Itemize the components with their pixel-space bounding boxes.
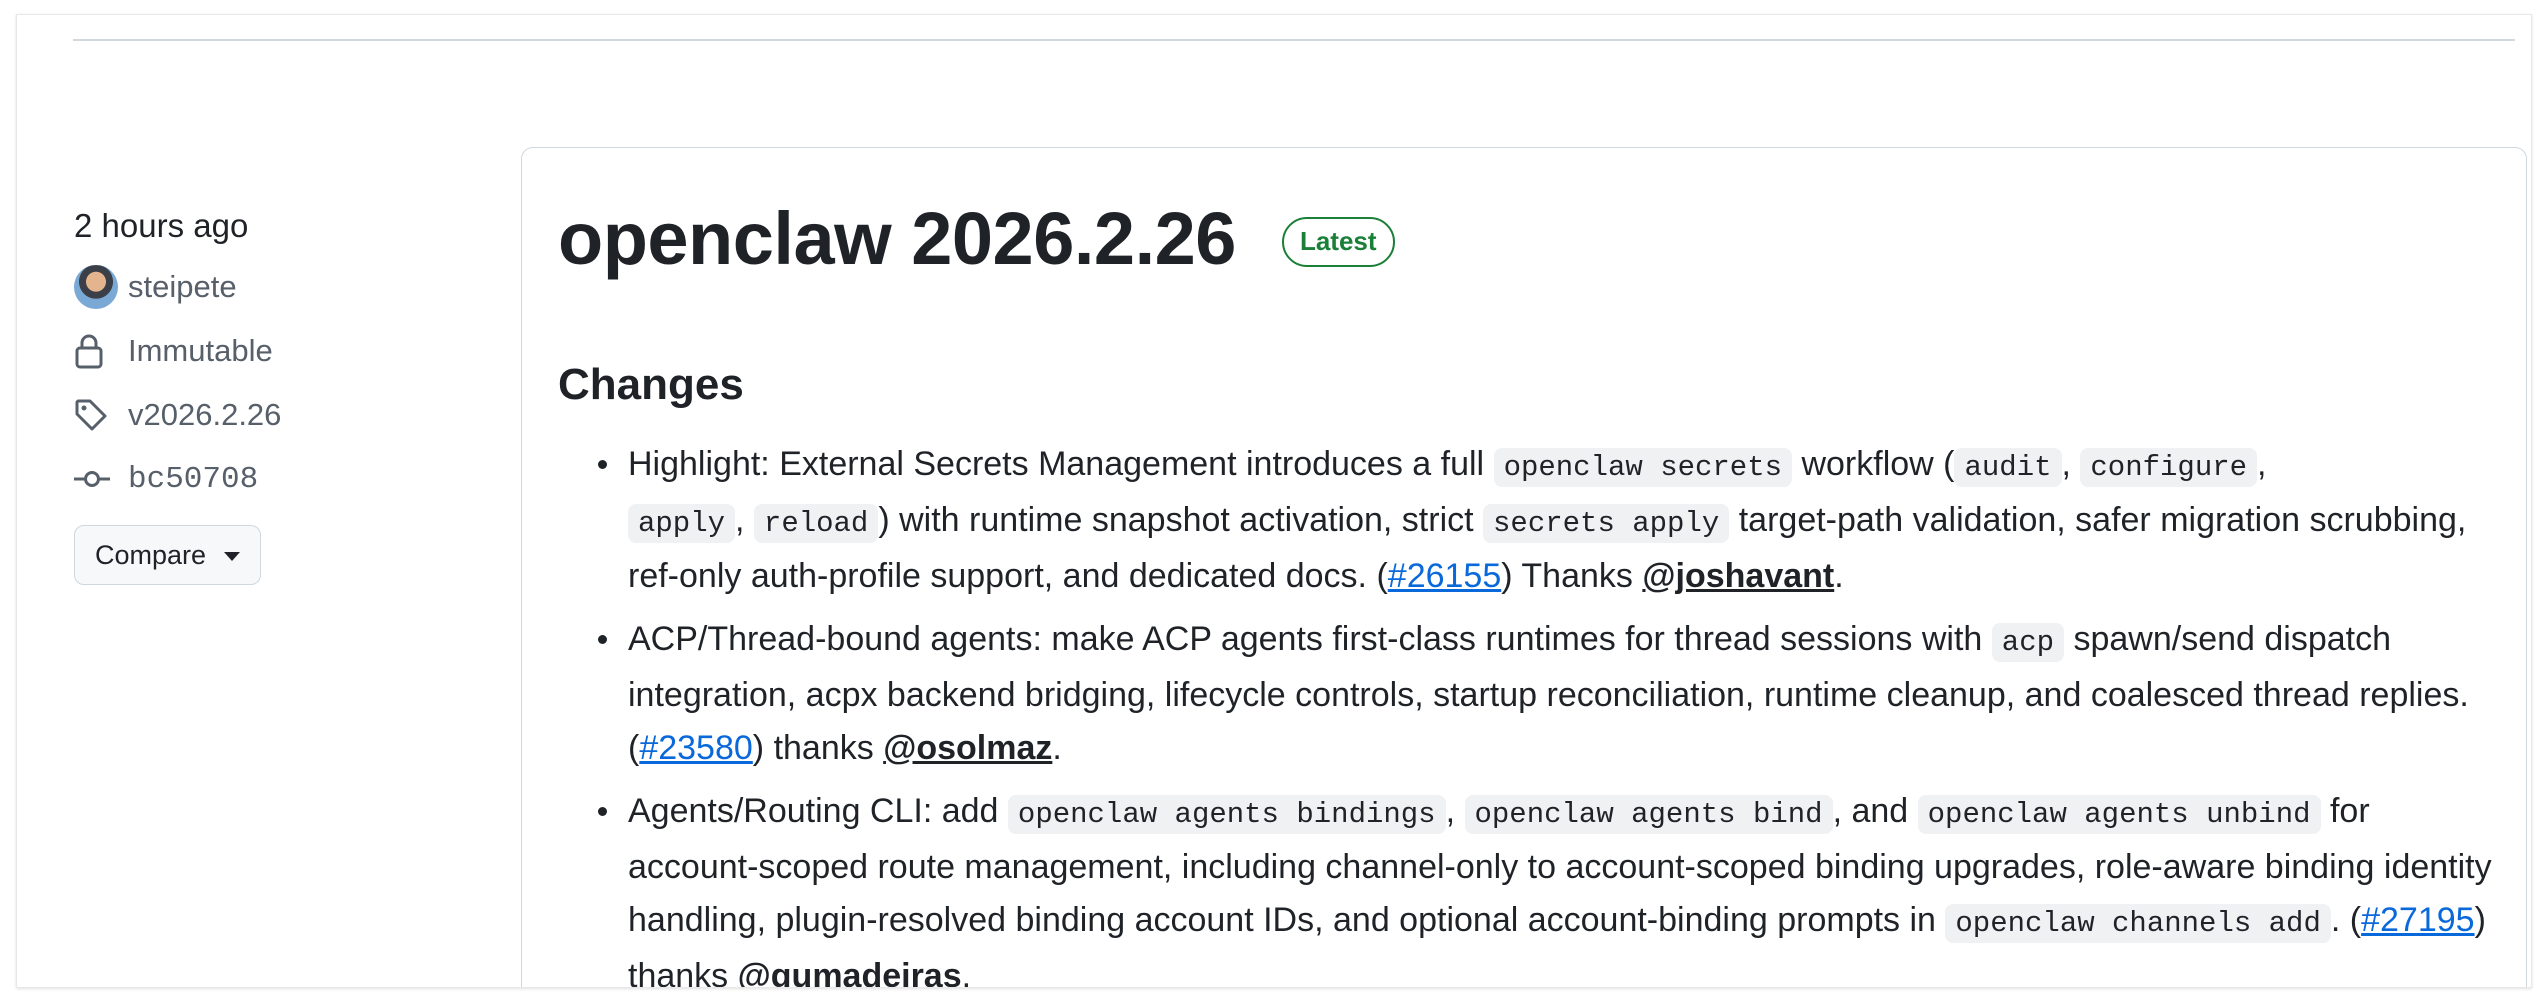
release-card: openclaw 2026.2.26 Latest Changes Highli…	[521, 147, 2527, 987]
user-mention[interactable]: @joshavant	[1642, 557, 1834, 595]
release-header: openclaw 2026.2.26 Latest	[558, 196, 1395, 281]
lock-icon	[74, 328, 120, 374]
commit-icon	[74, 456, 120, 502]
compare-label: Compare	[95, 539, 207, 570]
caret-down-icon	[224, 552, 241, 561]
inline-code: audit	[1954, 448, 2062, 487]
release-sidebar: 2 hours ago steipete Immutable v2026.2.2…	[74, 205, 494, 585]
issue-link[interactable]: #23580	[639, 729, 752, 767]
release-time: 2 hours ago	[74, 207, 249, 244]
inline-code: openclaw channels add	[1945, 904, 2331, 943]
commit-row[interactable]: bc50708	[74, 455, 494, 503]
inline-code: openclaw agents unbind	[1917, 795, 2321, 834]
list-item: Agents/Routing CLI: add openclaw agents …	[558, 785, 2498, 987]
release-page: 2 hours ago steipete Immutable v2026.2.2…	[16, 14, 2532, 988]
compare-button[interactable]: Compare	[74, 525, 262, 585]
immutable-label: Immutable	[128, 333, 273, 368]
release-notes: Highlight: External Secrets Management i…	[558, 438, 2498, 987]
inline-code: secrets apply	[1483, 504, 1730, 543]
author-link[interactable]: steipete	[128, 269, 237, 305]
latest-badge: Latest	[1281, 216, 1395, 267]
user-mention[interactable]: @osolmaz	[883, 729, 1052, 767]
list-item: ACP/Thread-bound agents: make ACP agents…	[558, 613, 2498, 775]
inline-code: openclaw agents bind	[1464, 795, 1833, 834]
user-mention[interactable]: @gumadeiras	[738, 957, 962, 987]
issue-link[interactable]: #27195	[2361, 901, 2474, 939]
issue-link[interactable]: #26155	[1388, 557, 1501, 595]
inline-code: openclaw agents bindings	[1007, 795, 1446, 834]
tag-row[interactable]: v2026.2.26	[74, 391, 494, 439]
divider	[73, 39, 2515, 41]
avatar[interactable]	[74, 264, 120, 310]
author-row[interactable]: steipete	[74, 263, 494, 311]
inline-code: reload	[753, 504, 879, 543]
section-heading: Changes	[558, 360, 744, 409]
inline-code: openclaw secrets	[1493, 448, 1793, 487]
inline-code: configure	[2080, 448, 2258, 487]
inline-code: acp	[1991, 623, 2065, 662]
tag-icon	[74, 392, 120, 438]
release-title[interactable]: openclaw 2026.2.26	[558, 196, 1236, 281]
list-item: Highlight: External Secrets Management i…	[558, 438, 2498, 603]
inline-code: apply	[628, 504, 736, 543]
tag-link[interactable]: v2026.2.26	[128, 397, 281, 433]
commit-link[interactable]: bc50708	[128, 462, 258, 497]
immutable-row: Immutable	[74, 327, 494, 375]
